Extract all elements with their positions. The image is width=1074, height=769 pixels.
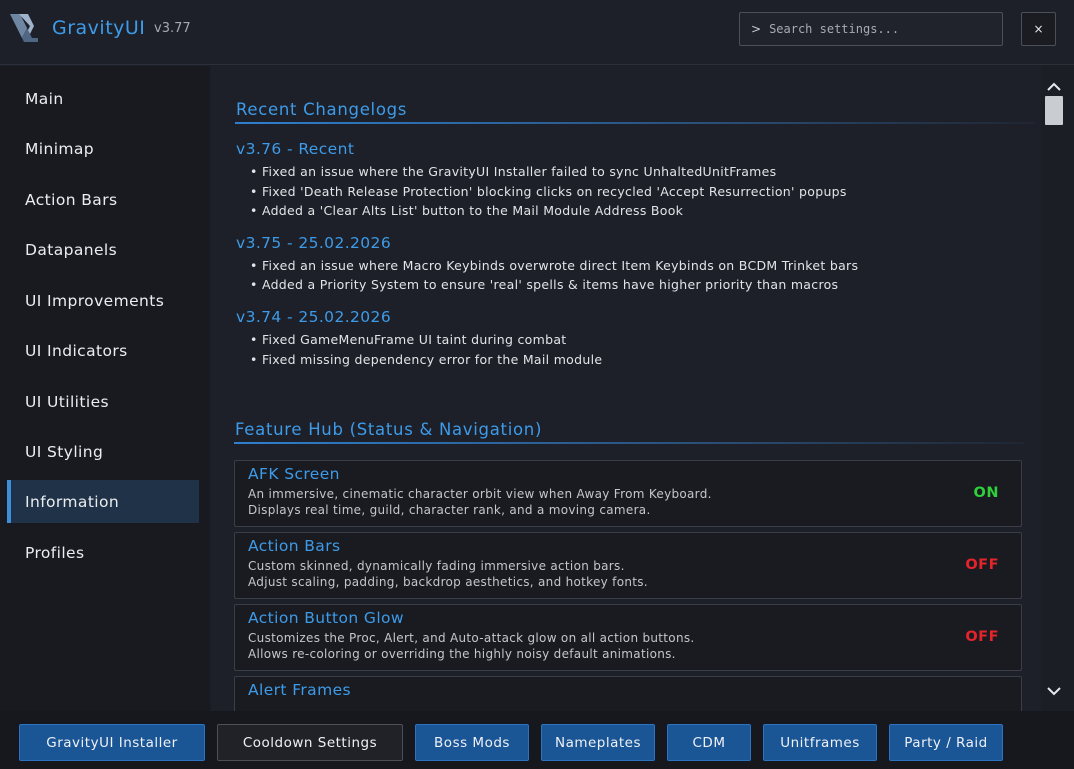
changelog-version-heading: v3.74 - 25.02.2026 xyxy=(236,308,392,326)
feature-card-action-button-glow[interactable]: Action Button Glow Customizes the Proc, … xyxy=(234,604,1022,671)
feature-description: An immersive, cinematic character orbit … xyxy=(248,487,712,501)
changelog-item: • Added a 'Clear Alts List' button to th… xyxy=(250,203,684,218)
sidebar-item-label: Information xyxy=(25,492,120,511)
feature-description: Displays real time, guild, character ran… xyxy=(248,503,651,517)
search-input[interactable] xyxy=(769,22,990,36)
sidebar-item-label: UI Styling xyxy=(25,442,104,461)
changelog-item: • Fixed GameMenuFrame UI taint during co… xyxy=(250,332,567,347)
sidebar-item-action-bars[interactable]: Action Bars xyxy=(7,178,199,221)
unitframes-button[interactable]: Unitframes xyxy=(763,724,877,761)
sidebar-item-label: UI Indicators xyxy=(25,341,128,360)
sidebar-item-information[interactable]: Information xyxy=(7,480,199,523)
feature-description: Adjust scaling, padding, backdrop aesthe… xyxy=(248,575,648,589)
sidebar-item-ui-improvements[interactable]: UI Improvements xyxy=(7,279,199,322)
status-badge[interactable]: OFF xyxy=(965,629,999,645)
sidebar-item-profiles[interactable]: Profiles xyxy=(7,531,199,574)
changelog-item: • Fixed 'Death Release Protection' block… xyxy=(250,184,847,199)
changelog-item: • Fixed missing dependency error for the… xyxy=(250,352,603,367)
section-divider xyxy=(235,122,1035,124)
chevron-down-icon xyxy=(1047,686,1061,695)
sidebar-item-label: Profiles xyxy=(25,543,85,562)
scroll-down-button[interactable] xyxy=(1045,683,1063,699)
feature-description: Custom skinned, dynamically fading immer… xyxy=(248,559,625,573)
app-title: GravityUI xyxy=(52,17,146,39)
sidebar-item-label: Main xyxy=(25,89,64,108)
sidebar-item-main[interactable]: Main xyxy=(7,77,199,120)
sidebar-item-label: UI Utilities xyxy=(25,392,109,411)
feature-description: Allows re-coloring or overriding the hig… xyxy=(248,647,676,661)
changelog-version-heading: v3.76 - Recent xyxy=(236,140,355,158)
sidebar-item-ui-utilities[interactable]: UI Utilities xyxy=(7,380,199,423)
feature-name: Action Button Glow xyxy=(248,609,404,627)
close-button[interactable]: × xyxy=(1021,12,1056,46)
feature-card-alert-frames[interactable]: Alert Frames xyxy=(234,676,1022,711)
feature-name: Alert Frames xyxy=(248,681,351,699)
changelog-item: • Fixed an issue where the GravityUI Ins… xyxy=(250,164,777,179)
sidebar-item-ui-styling[interactable]: UI Styling xyxy=(7,430,199,473)
search-box[interactable]: > xyxy=(739,12,1003,46)
party-raid-button[interactable]: Party / Raid xyxy=(889,724,1003,761)
feature-card-action-bars[interactable]: Action Bars Custom skinned, dynamically … xyxy=(234,532,1022,599)
boss-mods-button[interactable]: Boss Mods xyxy=(415,724,529,761)
sidebar-item-minimap[interactable]: Minimap xyxy=(7,127,199,170)
section-divider xyxy=(234,442,1024,444)
feature-description: Customizes the Proc, Alert, and Auto-att… xyxy=(248,631,695,645)
changelogs-title: Recent Changelogs xyxy=(236,100,408,119)
sidebar: Main Minimap Action Bars Datapanels UI I… xyxy=(0,66,210,711)
sidebar-item-datapanels[interactable]: Datapanels xyxy=(7,228,199,271)
sidebar-item-label: Action Bars xyxy=(25,190,118,209)
changelog-item: • Added a Priority System to ensure 'rea… xyxy=(250,277,839,292)
header-bar: GravityUI v3.77 > × xyxy=(0,0,1074,65)
search-prompt-icon: > xyxy=(751,22,762,36)
cooldown-settings-button[interactable]: Cooldown Settings xyxy=(217,724,403,761)
scrollbar-thumb[interactable] xyxy=(1045,96,1063,125)
changelog-item: • Fixed an issue where Macro Keybinds ov… xyxy=(250,258,859,273)
status-badge[interactable]: OFF xyxy=(965,557,999,573)
feature-name: AFK Screen xyxy=(248,465,340,483)
status-badge[interactable]: ON xyxy=(974,485,999,501)
sidebar-item-ui-indicators[interactable]: UI Indicators xyxy=(7,329,199,372)
changelog-version-heading: v3.75 - 25.02.2026 xyxy=(236,234,392,252)
sidebar-item-label: UI Improvements xyxy=(25,291,165,310)
scroll-up-button[interactable] xyxy=(1045,78,1063,94)
nameplates-button[interactable]: Nameplates xyxy=(541,724,655,761)
sidebar-item-label: Datapanels xyxy=(25,240,118,259)
feature-hub-title: Feature Hub (Status & Navigation) xyxy=(235,420,543,439)
cdm-button[interactable]: CDM xyxy=(667,724,751,761)
app-version: v3.77 xyxy=(154,21,191,36)
feature-name: Action Bars xyxy=(248,537,341,555)
gravityui-logo-icon xyxy=(10,14,38,42)
feature-card-afk-screen[interactable]: AFK Screen An immersive, cinematic chara… xyxy=(234,460,1022,527)
close-icon: × xyxy=(1033,22,1044,36)
chevron-up-icon xyxy=(1047,82,1061,91)
main-content: Recent Changelogs v3.76 - Recent • Fixed… xyxy=(211,66,1041,711)
sidebar-item-label: Minimap xyxy=(25,139,95,158)
footer-bar: GravityUI Installer Cooldown Settings Bo… xyxy=(0,711,1074,769)
gravityui-installer-button[interactable]: GravityUI Installer xyxy=(19,724,205,761)
